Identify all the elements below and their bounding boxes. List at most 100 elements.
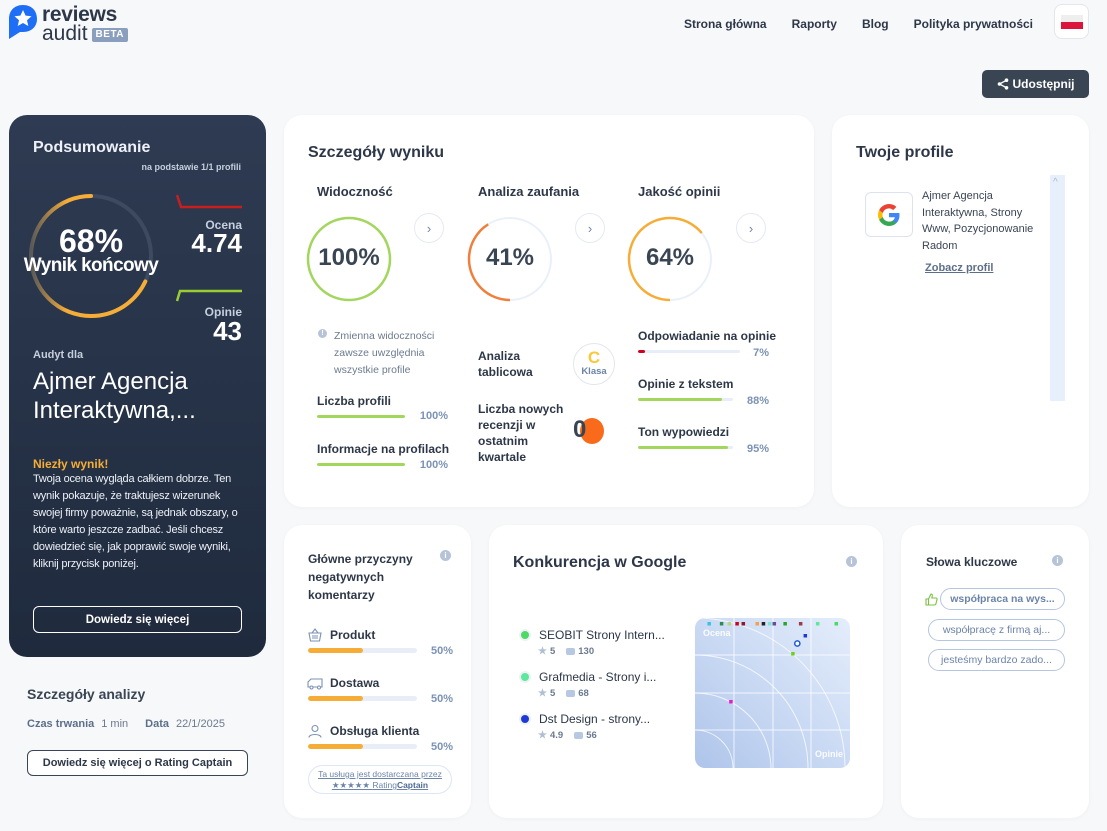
plot-point	[783, 622, 787, 626]
logo[interactable]: reviews audit BETA	[8, 4, 129, 45]
star-icon: ★	[538, 688, 547, 699]
plot-point	[834, 622, 839, 626]
nav-privacy[interactable]: Polityka prywatności	[914, 17, 1033, 31]
summary-basis: na podstawie 1/1 profili	[141, 162, 241, 172]
nav-reports[interactable]: Raporty	[792, 17, 837, 31]
google-logo	[865, 192, 913, 237]
negative-causes-title: Główne przyczyny negatywnych komentarzy	[308, 552, 413, 602]
cause-product-bar	[308, 648, 417, 653]
star-icon: ★	[538, 646, 547, 657]
trust-details-button[interactable]: ›	[575, 213, 605, 243]
tone-bar	[638, 446, 733, 449]
person-icon	[308, 724, 322, 738]
comment-icon	[574, 732, 584, 739]
share-icon	[997, 78, 1008, 90]
verdict-description: Twoja ocena wygląda całkiem dobrze. Ten …	[33, 473, 238, 570]
reviews-value: 43	[213, 316, 242, 346]
logo-audit: audit	[42, 22, 88, 45]
nav-home[interactable]: Strona główna	[684, 17, 767, 31]
final-score-label: Wynik końcowy	[23, 255, 159, 276]
score-details-card: Szczegóły wyniku Widoczność Analiza zauf…	[284, 115, 814, 507]
profile-info-label: Informacje na profilach	[317, 442, 450, 456]
plot-point	[815, 622, 820, 626]
rating-captain-button[interactable]: Dowiedz się więcej o Rating Captain	[27, 750, 248, 776]
competitor-name: SEOBIT Strony Intern...	[539, 628, 665, 642]
plot-point	[798, 622, 803, 626]
language-switcher[interactable]	[1054, 4, 1089, 39]
rating-trend-sparkline	[176, 194, 242, 209]
text-reviews-value: 88%	[746, 395, 769, 407]
profiles-count-label: Liczba profili	[317, 394, 392, 408]
new-reviews-label: Liczba nowych recenzji w ostatnim kwarta…	[478, 402, 564, 464]
quality-title: Jakość opinii	[638, 184, 721, 199]
trust-value: 41%	[485, 244, 535, 271]
date-label: Data	[145, 718, 169, 730]
competitor-color-dot	[521, 631, 529, 639]
logo-star-icon	[9, 5, 37, 39]
plot-point	[741, 622, 746, 626]
analysis-meta: Czas trwania 1 min Data 22/1/2025	[27, 718, 235, 730]
learn-more-button[interactable]: Dowiedz się więcej	[33, 606, 242, 633]
cause-delivery-label: Dostawa	[330, 676, 380, 690]
basket-icon	[308, 628, 322, 642]
competition-plot: Ocena Opinie	[695, 618, 850, 768]
info-icon[interactable]: i	[1052, 555, 1063, 566]
info-icon[interactable]: i	[440, 550, 451, 561]
text-reviews-bar	[638, 398, 733, 401]
tone-label: Ton wypowiedzi	[638, 425, 730, 439]
competitor-meta: ★ 4.9 56	[538, 730, 597, 741]
profiles-count-bar	[317, 415, 405, 418]
trust-title: Analiza zaufania	[478, 184, 580, 199]
visibility-note: Zmienna widoczności zawsze uwzględnia ws…	[334, 330, 435, 376]
nav-blog[interactable]: Blog	[862, 17, 889, 31]
competitor-reviews: 68	[578, 688, 589, 699]
score-details-title: Szczegóły wyniku	[308, 144, 445, 161]
grade-badge: C Klasa	[573, 343, 615, 385]
profiles-card: Twoje profile Ajmer Agencja Interaktywna…	[832, 115, 1089, 507]
chevron-right-icon: ›	[587, 220, 593, 236]
table-analysis-label: Analiza tablicowa	[478, 349, 533, 379]
keyword-chip[interactable]: współpracę z firmą aj...	[928, 619, 1065, 641]
rating-captain-badge[interactable]: Ta usługa jest dostarczana przez ★★★★★ R…	[308, 765, 452, 794]
analysis-title: Szczegóły analizy	[27, 686, 146, 702]
cause-service-value: 50%	[430, 741, 453, 753]
competitor-meta: ★ 5 68	[538, 688, 589, 699]
new-reviews-value: 0	[573, 416, 587, 443]
competitor-rating: 4.9	[549, 730, 564, 741]
keyword-chip[interactable]: współpraca na wys...	[940, 588, 1065, 610]
plot-point	[727, 622, 732, 626]
negative-causes-card: Główne przyczyny negatywnych komentarzy …	[284, 525, 471, 818]
provider-stars: ★★★★★	[331, 780, 370, 790]
plot-point	[767, 622, 772, 626]
plot-x-label: Opinie	[814, 749, 843, 759]
plot-point	[772, 622, 777, 626]
text-reviews-label: Opinie z tekstem	[638, 377, 734, 391]
keywords-title: Słowa kluczowe	[926, 555, 1018, 569]
profiles-scrollbar[interactable]: ^	[1050, 175, 1065, 401]
grade-label: Klasa	[581, 366, 607, 377]
plot-point	[707, 622, 711, 626]
competitor-reviews: 56	[586, 730, 597, 741]
scroll-up-icon[interactable]: ^	[1053, 177, 1058, 188]
cause-service-bar	[308, 744, 417, 749]
info-icon[interactable]: i	[846, 556, 857, 567]
visibility-details-button[interactable]: ›	[414, 213, 444, 243]
cause-product-label: Produkt	[330, 628, 376, 642]
cause-product-value: 50%	[430, 645, 453, 657]
profile-info-bar	[317, 463, 405, 466]
cause-delivery-value: 50%	[430, 693, 453, 705]
keyword-chip[interactable]: jesteśmy bardzo zado...	[928, 649, 1065, 671]
chevron-right-icon: ›	[748, 220, 754, 236]
profiles-count-value: 100%	[419, 410, 448, 422]
comment-icon	[566, 648, 576, 655]
competitor-color-dot	[521, 715, 529, 723]
view-profile-link[interactable]: Zobacz profil	[925, 262, 993, 274]
competitor-color-dot	[521, 673, 529, 681]
plot-grid	[695, 618, 850, 768]
competitor-name: Grafmedia - Strony i...	[539, 670, 657, 684]
quality-details-button[interactable]: ›	[736, 213, 766, 243]
cause-delivery-bar	[308, 696, 417, 701]
verdict: Niezły wynik!	[33, 457, 109, 471]
van-icon	[307, 678, 323, 690]
share-button[interactable]: Udostępnij	[982, 70, 1089, 98]
